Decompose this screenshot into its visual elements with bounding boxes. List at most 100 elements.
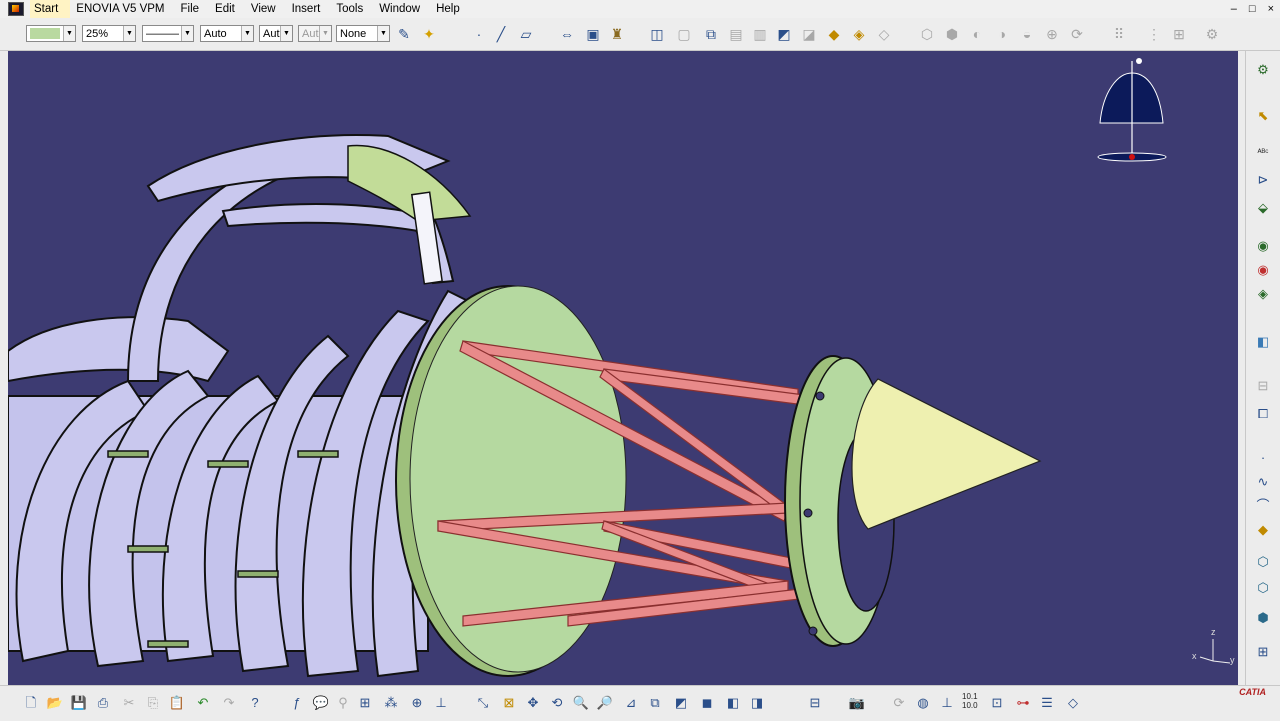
new-part-icon[interactable]: ◈ (1254, 285, 1272, 303)
section-icon[interactable]: ◩ (775, 25, 793, 43)
annotation-icon[interactable]: ◪ (800, 25, 818, 43)
restore-button[interactable]: □ (1249, 0, 1256, 18)
cube-b-icon[interactable]: ⬡ (1254, 579, 1272, 597)
plane-icon[interactable]: ▱ (517, 25, 535, 43)
cut-icon[interactable]: ✂ (120, 694, 138, 712)
law-icon[interactable]: ⁂ (382, 694, 400, 712)
menu-enovia[interactable]: ENOVIA V5 VPM (70, 0, 174, 18)
render-style-select[interactable]: None ▼ (336, 25, 390, 42)
snap-icon[interactable]: ▢ (675, 25, 693, 43)
design-table-icon[interactable]: ⊕ (408, 694, 426, 712)
paste-icon[interactable]: 📋 (168, 694, 186, 712)
constraint-icon[interactable]: ⬡ (918, 25, 936, 43)
menu-insert[interactable]: Insert (286, 0, 331, 18)
graph-tree-icon[interactable]: ⧠ (1254, 405, 1272, 423)
inertia-icon[interactable]: ▣ (584, 25, 602, 43)
iso-view-icon[interactable]: ◩ (672, 694, 690, 712)
shading-icon[interactable]: ◼ (698, 694, 716, 712)
coincidence-icon[interactable]: ◐ (968, 25, 986, 43)
formula-icon[interactable]: ƒ (288, 694, 306, 712)
publish-icon[interactable]: ◇ (875, 25, 893, 43)
multi-cube-icon[interactable]: ⬢ (1254, 609, 1272, 627)
reuse-pattern-icon[interactable]: ⠿ (1110, 25, 1128, 43)
constraints-icon[interactable]: ⊶ (1014, 694, 1032, 712)
flag-note-icon[interactable]: ⊳ (1254, 171, 1272, 189)
close-button[interactable]: × (1268, 0, 1274, 18)
menu-file[interactable]: File (175, 0, 210, 18)
fix-icon[interactable]: ⬢ (943, 25, 961, 43)
3d-viewport[interactable]: z y x (8, 51, 1238, 685)
menu-window[interactable]: Window (373, 0, 430, 18)
swap-space-icon[interactable]: ◨ (748, 694, 766, 712)
axis-system-icon[interactable]: ⊥ (938, 694, 956, 712)
contact-icon[interactable]: ◑ (993, 25, 1011, 43)
bill-of-material-icon[interactable]: ⋮ (1145, 25, 1163, 43)
redo-icon[interactable]: ↷ (220, 694, 238, 712)
scale-ratio[interactable]: 10.1 10.0 (962, 692, 978, 710)
dot-icon[interactable]: · (1254, 449, 1272, 467)
table-icon[interactable]: ⊞ (356, 694, 374, 712)
existing-component-icon[interactable]: ◉ (1254, 237, 1272, 255)
catalog-icon[interactable]: ◆ (825, 25, 843, 43)
menu-edit[interactable]: Edit (209, 0, 245, 18)
arc-icon[interactable]: ⌒ (1254, 497, 1272, 515)
minimize-button[interactable]: – (1231, 0, 1237, 18)
abc-text-icon[interactable]: ᴬᴮᶜ (1254, 143, 1272, 161)
clash-icon[interactable]: ▥ (751, 25, 769, 43)
menu-tools[interactable]: Tools (330, 0, 373, 18)
scale-icon[interactable]: ♜ (608, 25, 626, 43)
rotate-icon[interactable]: ⟲ (548, 694, 566, 712)
new-product-icon[interactable]: ◉ (1254, 261, 1272, 279)
fill-color-select[interactable]: ▼ (26, 25, 76, 42)
catia-app-icon[interactable] (8, 2, 24, 16)
manipulate-icon[interactable]: ⧉ (702, 25, 720, 43)
magic-wand-icon[interactable]: ✦ (420, 25, 438, 43)
copy-icon[interactable]: ⎘ (144, 694, 162, 712)
update-globe-icon[interactable]: ◍ (914, 694, 932, 712)
catalog-browser-icon[interactable]: ⊡ (988, 694, 1006, 712)
fly-mode-icon[interactable]: ⤡ (474, 694, 492, 712)
curve-icon[interactable]: ∿ (1254, 473, 1272, 491)
fit-all-icon[interactable]: ⊠ (500, 694, 518, 712)
menu-help[interactable]: Help (430, 0, 470, 18)
transparency-select[interactable]: 25% ▼ (82, 25, 136, 42)
surface-icon[interactable]: ◧ (1254, 333, 1272, 351)
settings-icon[interactable]: ⚙ (1203, 25, 1221, 43)
knowledge-icon[interactable]: ◈ (850, 25, 868, 43)
normal-view-icon[interactable]: ⊿ (622, 694, 640, 712)
print-icon[interactable]: ⎙ (94, 694, 112, 712)
hyperlink-icon[interactable]: ⚲ (334, 694, 352, 712)
help-icon[interactable]: ? (246, 694, 264, 712)
grid-icon[interactable]: ⊞ (1170, 25, 1188, 43)
measure-icon[interactable]: ⇔ (558, 25, 576, 43)
line-weight-select[interactable]: Auto ▼ (200, 25, 254, 42)
capture-icon[interactable]: 📷 (848, 694, 866, 712)
sketcher-icon[interactable]: ◫ (648, 25, 666, 43)
replace-icon[interactable]: ⊟ (1254, 377, 1272, 395)
menu-start[interactable]: Start (30, 0, 71, 18)
open-folder-icon[interactable]: 📂 (46, 694, 64, 712)
pan-icon[interactable]: ✥ (524, 694, 542, 712)
comment-icon[interactable]: 💬 (312, 694, 330, 712)
compass-widget[interactable] (1097, 58, 1167, 162)
insert-component-icon[interactable]: ⬙ (1254, 199, 1272, 217)
menu-view[interactable]: View (245, 0, 286, 18)
ground-icon[interactable]: ⊟ (806, 694, 824, 712)
undo-icon[interactable]: ↶ (194, 694, 212, 712)
offset-icon[interactable]: ◒ (1018, 25, 1036, 43)
refresh-icon[interactable]: ⟳ (890, 694, 908, 712)
tag-icon[interactable]: ◆ (1254, 521, 1272, 539)
layer-select[interactable]: Aut ▼ (259, 25, 293, 42)
explode-icon[interactable]: ▤ (727, 25, 745, 43)
painter-icon[interactable]: ✎ (395, 25, 413, 43)
zoom-out-icon[interactable]: 🔎 (596, 694, 614, 712)
update-icon[interactable]: ⟳ (1068, 25, 1086, 43)
save-icon[interactable]: 💾 (70, 694, 88, 712)
3d-object-icon[interactable]: ◇ (1064, 694, 1082, 712)
new-file-icon[interactable]: 🗋 (22, 694, 40, 712)
line-icon[interactable]: ╱ (492, 25, 510, 43)
hide-show-icon[interactable]: ◧ (724, 694, 742, 712)
table-icon[interactable]: ⊞ (1254, 643, 1272, 661)
point-icon[interactable]: · (470, 25, 488, 43)
select-arrow-icon[interactable]: ⬉ (1254, 107, 1272, 125)
